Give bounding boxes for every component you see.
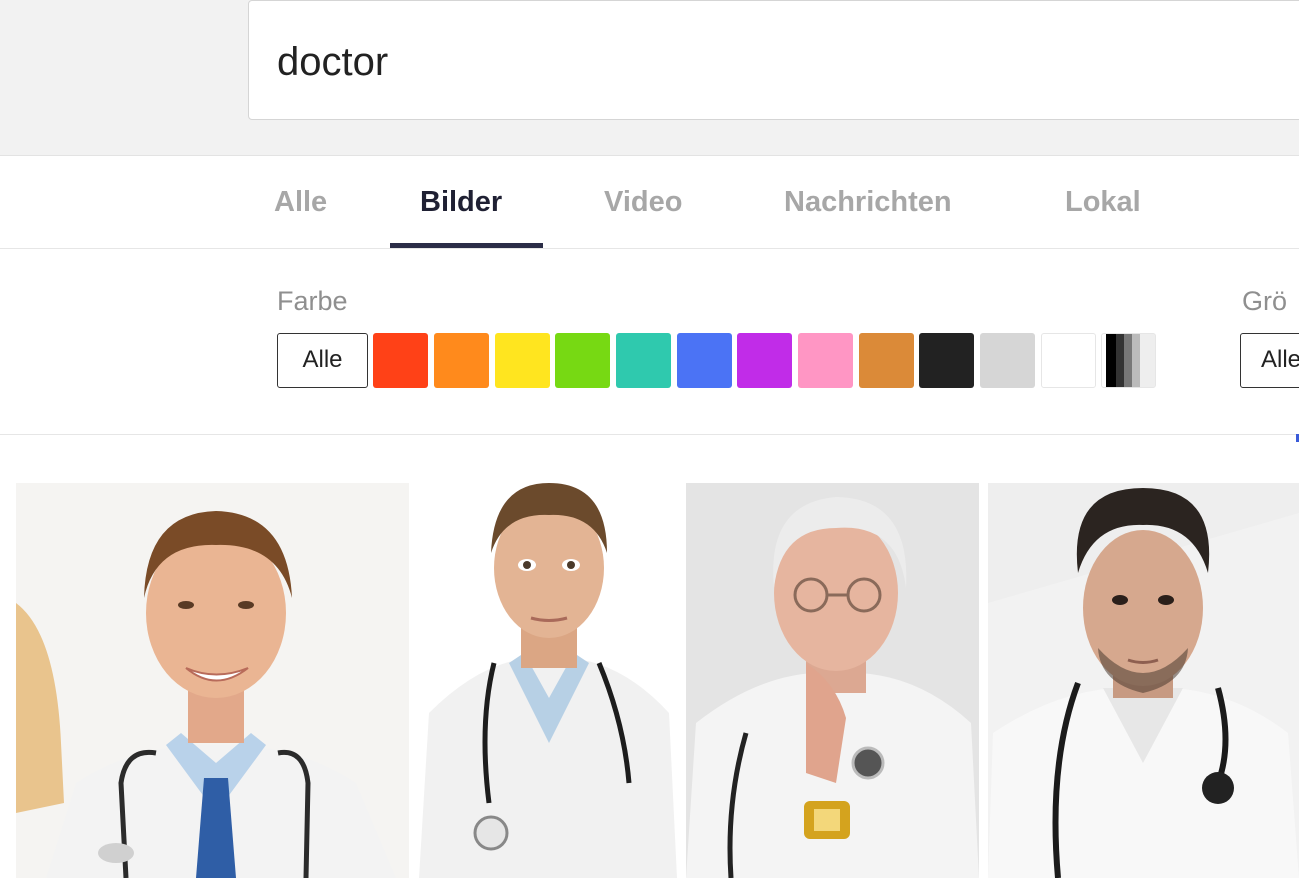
tab-bilder[interactable]: Bilder bbox=[420, 184, 502, 220]
color-swatch-gray[interactable] bbox=[980, 333, 1035, 388]
color-swatch-red[interactable] bbox=[373, 333, 428, 388]
color-swatch-black[interactable] bbox=[919, 333, 974, 388]
tab-alle[interactable]: Alle bbox=[274, 184, 327, 220]
result-image-2[interactable] bbox=[419, 483, 677, 878]
color-swatch-black-white[interactable] bbox=[1101, 333, 1156, 388]
tab-lokal[interactable]: Lokal bbox=[1065, 184, 1141, 220]
search-query[interactable]: doctor bbox=[277, 39, 388, 85]
doctor-photo-4 bbox=[988, 483, 1299, 878]
tab-nachrichten[interactable]: Nachrichten bbox=[784, 184, 952, 220]
result-image-4[interactable] bbox=[988, 483, 1299, 878]
filter-bar: Farbe Alle Grö Alle bbox=[0, 249, 1299, 435]
tab-video[interactable]: Video bbox=[604, 184, 682, 220]
doctor-photo-1 bbox=[16, 483, 409, 878]
doctor-photo-2 bbox=[419, 483, 677, 878]
color-swatch-brown[interactable] bbox=[859, 333, 914, 388]
search-tabs: Alle Bilder Video Nachrichten Lokal bbox=[0, 156, 1299, 249]
color-swatch-green[interactable] bbox=[555, 333, 610, 388]
doctor-photo-3 bbox=[686, 483, 979, 878]
size-filter-title: Grö bbox=[1242, 286, 1288, 316]
size-all-button[interactable]: Alle bbox=[1240, 333, 1299, 388]
color-swatch-teal[interactable] bbox=[616, 333, 671, 388]
search-input[interactable]: doctor bbox=[248, 0, 1299, 120]
result-image-3[interactable] bbox=[686, 483, 979, 878]
color-swatch-white[interactable] bbox=[1041, 333, 1096, 388]
active-tab-indicator bbox=[390, 243, 543, 248]
color-swatch-blue[interactable] bbox=[677, 333, 732, 388]
color-swatch-purple[interactable] bbox=[737, 333, 792, 388]
image-results bbox=[0, 483, 1299, 878]
result-image-1[interactable] bbox=[16, 483, 409, 878]
color-swatch-yellow[interactable] bbox=[495, 333, 550, 388]
color-swatch-pink[interactable] bbox=[798, 333, 853, 388]
header: doctor bbox=[0, 0, 1299, 156]
color-swatch-orange[interactable] bbox=[434, 333, 489, 388]
color-all-button[interactable]: Alle bbox=[277, 333, 368, 388]
color-filter-title: Farbe bbox=[277, 286, 348, 316]
